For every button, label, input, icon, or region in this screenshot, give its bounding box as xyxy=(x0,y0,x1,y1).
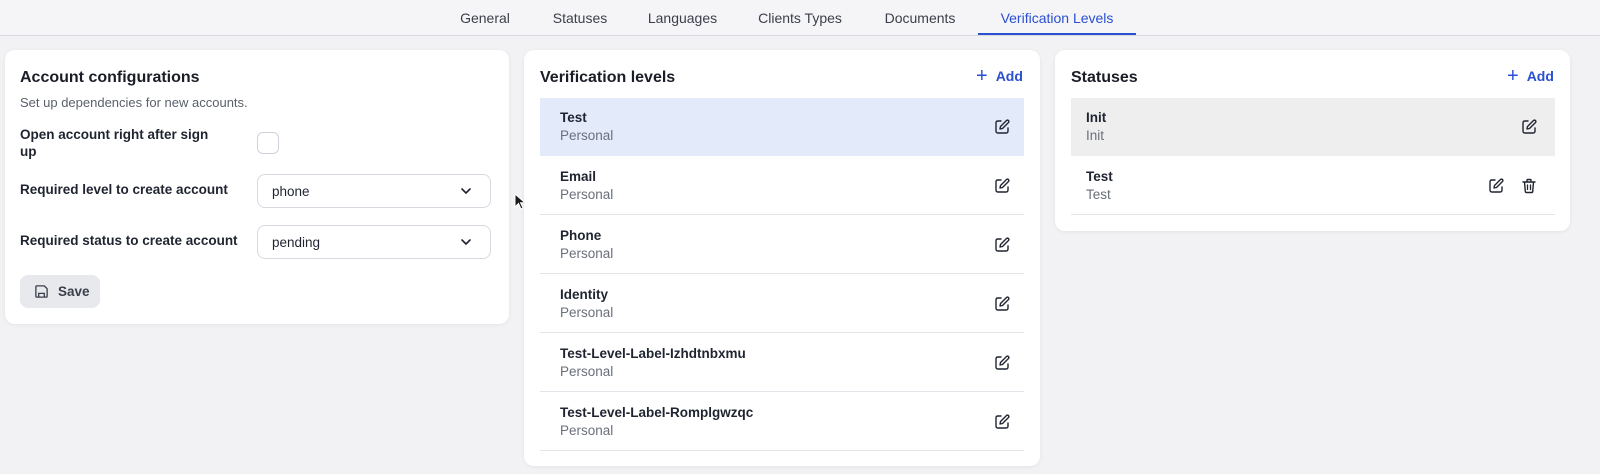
status-row[interactable]: Init Init xyxy=(1071,98,1555,156)
verification-level-type: Personal xyxy=(560,246,614,261)
plus-icon: + xyxy=(976,65,988,87)
account-configurations-card: Account configurations Set up dependenci… xyxy=(5,50,509,324)
status-code: Init xyxy=(1086,128,1105,143)
required-status-value: pending xyxy=(272,235,321,250)
save-icon xyxy=(35,285,48,298)
save-label: Save xyxy=(58,284,90,299)
add-verification-level-button[interactable]: + Add xyxy=(976,65,1023,87)
tab-general[interactable]: General xyxy=(450,0,520,35)
edit-icon[interactable] xyxy=(993,177,1011,195)
status-row[interactable]: Test Test xyxy=(1071,157,1555,215)
verification-level-row[interactable]: Test-Level-Label-Izhdtnbxmu Personal xyxy=(540,334,1024,392)
chevron-down-icon xyxy=(461,188,471,194)
status-code: Test xyxy=(1086,187,1111,202)
plus-icon: + xyxy=(1507,65,1519,87)
verification-level-row[interactable]: Test-Level-Label-Romplgwzqc Personal xyxy=(540,393,1024,451)
edit-icon[interactable] xyxy=(993,236,1011,254)
add-label: Add xyxy=(995,68,1023,84)
add-label: Add xyxy=(1526,68,1554,84)
verification-level-name: Test-Level-Label-Izhdtnbxmu xyxy=(560,346,746,361)
open-account-label: Open account right after sign up xyxy=(20,126,208,160)
account-configurations-subtitle: Set up dependencies for new accounts. xyxy=(20,95,248,110)
verification-levels-title: Verification levels xyxy=(540,69,676,86)
open-account-checkbox[interactable] xyxy=(257,132,279,154)
edit-icon[interactable] xyxy=(1520,118,1538,136)
verification-level-row[interactable]: Phone Personal xyxy=(540,216,1024,274)
tab-statuses[interactable]: Statuses xyxy=(545,0,615,35)
tab-verification-levels[interactable]: Verification Levels xyxy=(978,0,1136,35)
verification-level-row[interactable]: Test Personal xyxy=(540,98,1024,156)
required-level-value: phone xyxy=(272,184,310,199)
open-account-label-line1: Open account right after sign xyxy=(20,127,209,142)
verification-level-type: Personal xyxy=(560,364,614,379)
verification-level-row[interactable]: Identity Personal xyxy=(540,275,1024,333)
open-account-label-line2: up xyxy=(20,144,37,159)
status-name: Test xyxy=(1086,169,1113,184)
chevron-down-icon xyxy=(461,239,471,245)
statuses-title: Statuses xyxy=(1071,69,1138,86)
tab-languages[interactable]: Languages xyxy=(640,0,725,35)
edit-icon[interactable] xyxy=(993,295,1011,313)
verification-level-row[interactable]: Email Personal xyxy=(540,157,1024,215)
settings-tab-bar: General Statuses Languages Clients Types… xyxy=(0,0,1600,36)
verification-level-type: Personal xyxy=(560,423,614,438)
account-configurations-title: Account configurations xyxy=(20,69,200,86)
verification-level-name: Phone xyxy=(560,228,602,243)
verification-level-name: Test-Level-Label-Romplgwzqc xyxy=(560,405,754,420)
add-status-button[interactable]: + Add xyxy=(1507,65,1554,87)
save-button[interactable]: Save xyxy=(20,275,100,308)
required-status-select[interactable]: pending xyxy=(257,225,491,259)
edit-icon[interactable] xyxy=(1487,177,1505,195)
edit-icon[interactable] xyxy=(993,118,1011,136)
verification-level-name: Test xyxy=(560,110,587,125)
verification-level-type: Personal xyxy=(560,305,614,320)
verification-level-name: Email xyxy=(560,169,597,184)
statuses-card: Statuses + Add Init Init Test Test xyxy=(1055,50,1570,231)
required-level-label: Required level to create account xyxy=(20,182,228,197)
verification-level-type: Personal xyxy=(560,187,614,202)
required-status-label: Required status to create account xyxy=(20,233,238,248)
verification-levels-card: Verification levels + Add Test Personal … xyxy=(524,50,1040,466)
tab-documents[interactable]: Documents xyxy=(875,0,965,35)
edit-icon[interactable] xyxy=(993,354,1011,372)
status-name: Init xyxy=(1086,110,1107,125)
tab-clients-types[interactable]: Clients Types xyxy=(750,0,850,35)
edit-icon[interactable] xyxy=(993,413,1011,431)
verification-level-name: Identity xyxy=(560,287,609,302)
verification-level-type: Personal xyxy=(560,128,614,143)
required-level-select[interactable]: phone xyxy=(257,174,491,208)
trash-icon[interactable] xyxy=(1520,177,1538,195)
